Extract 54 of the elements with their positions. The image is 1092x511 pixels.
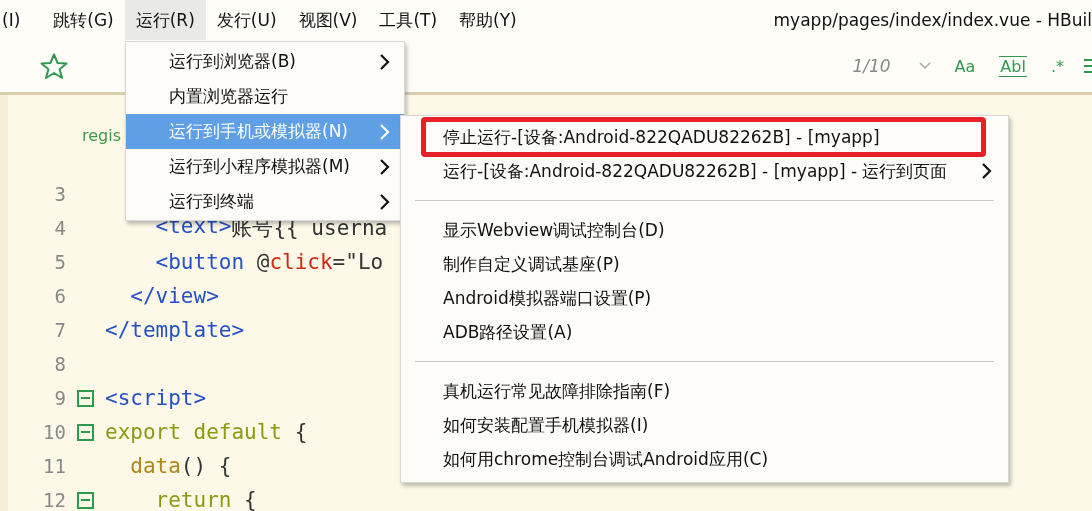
menu-item[interactable]: 内置浏览器运行 <box>126 79 404 114</box>
menu-item[interactable]: 如何用chrome控制台调试Android应用(C) <box>401 442 1008 476</box>
code-line: return { <box>154 488 257 511</box>
line-number: 9 <box>53 387 66 409</box>
search-option-toggle[interactable]: Abl <box>999 55 1027 77</box>
chevron-right-icon <box>378 192 390 211</box>
star-icon[interactable] <box>40 52 68 80</box>
code-line: </template> <box>105 318 245 342</box>
menu-item[interactable]: 运行(R) <box>124 0 206 40</box>
menu-item[interactable]: 运行-[设备:Android-822QADU82262B] - [myapp] - 运行到页面 <box>401 154 1008 188</box>
window-title: myapp/pages/index/index.vue - HBuil <box>773 9 1092 32</box>
menu-item[interactable]: Android模拟器端口设置(P) <box>401 281 1008 315</box>
code-line: data() { <box>129 454 232 478</box>
code-line: </view> <box>129 284 219 308</box>
list-icon[interactable] <box>1084 57 1092 75</box>
search-option-toggle[interactable]: .* <box>1050 56 1064 76</box>
menu-item[interactable]: 工具(T) <box>368 0 449 40</box>
search-option-toggle[interactable]: Aa <box>954 56 976 76</box>
menu-item[interactable]: (I) <box>0 0 43 40</box>
chevron-right-icon <box>378 122 390 141</box>
menu-item[interactable]: 帮助(Y) <box>448 0 528 40</box>
menu-item[interactable]: ADB路径设置(A) <box>401 315 1008 349</box>
chevron-right-icon <box>378 157 390 176</box>
menu-item[interactable]: 如何安装配置手机模拟器(I) <box>401 408 1008 442</box>
line-number: 10 <box>42 421 66 443</box>
menu-item[interactable]: 显示Webview调试控制台(D) <box>401 213 1008 247</box>
code-line: <script> <box>105 386 207 410</box>
menu-item[interactable]: 停止运行-[设备:Android-822QADU82262B] - [myapp] <box>401 120 1008 154</box>
chevron-right-icon <box>378 52 390 71</box>
menu-item[interactable]: 跳转(G) <box>42 0 125 40</box>
chevron-down-icon[interactable] <box>918 62 931 70</box>
menu-item[interactable]: 运行到小程序模拟器(M) <box>126 149 404 184</box>
menu-item[interactable]: 真机运行常见故障排除指南(F) <box>401 374 1008 408</box>
menu-item[interactable]: 发行(U) <box>205 0 288 40</box>
line-number: 7 <box>53 319 66 341</box>
fold-toggle-icon[interactable] <box>77 389 94 407</box>
code-lens-text: regis <box>82 126 121 145</box>
fold-toggle-icon[interactable] <box>77 491 94 509</box>
fold-toggle-icon[interactable] <box>77 423 94 441</box>
line-number: 11 <box>42 455 66 477</box>
code-line: export default { <box>105 420 308 444</box>
line-number: 4 <box>53 217 66 239</box>
menu-item[interactable]: 视图(V) <box>287 0 369 40</box>
menu-item[interactable]: 运行到浏览器(B) <box>126 44 404 79</box>
chevron-right-icon <box>980 162 992 180</box>
line-number: 5 <box>53 251 66 273</box>
line-number: 12 <box>42 489 66 511</box>
line-number: 3 <box>53 183 66 205</box>
menu-item[interactable]: 运行到终端 <box>126 184 404 219</box>
match-count: 1/10 <box>852 56 891 76</box>
menu-item[interactable]: 制作自定义调试基座(P) <box>401 247 1008 281</box>
line-number: 6 <box>53 285 66 307</box>
line-number: 8 <box>53 353 66 375</box>
code-line: <button @click="Lo <box>154 250 384 274</box>
